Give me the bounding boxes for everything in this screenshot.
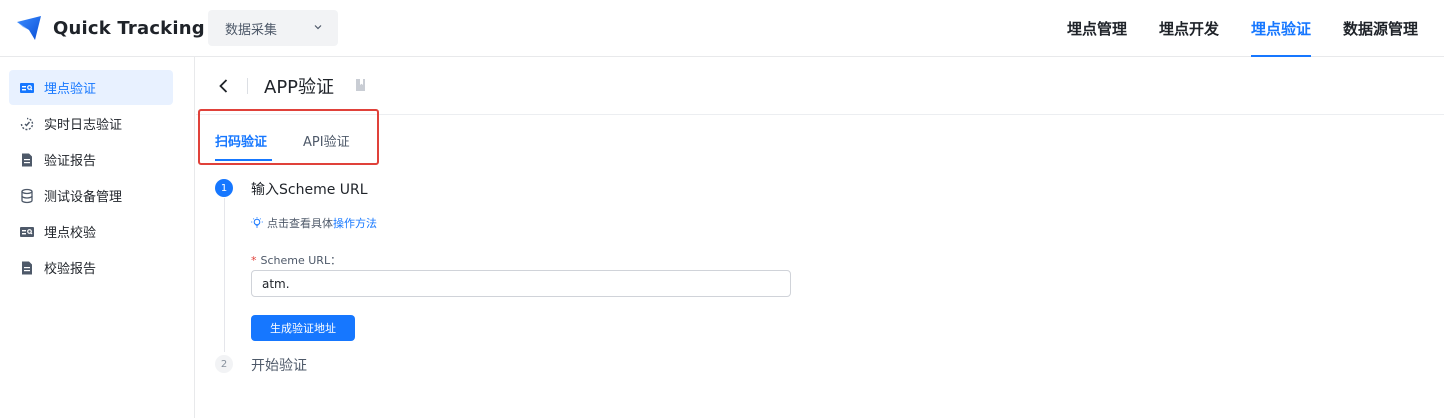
doc-book-icon[interactable] (354, 78, 368, 92)
sidebar-item-test-device[interactable]: 测试设备管理 (9, 178, 173, 213)
required-mark: * (251, 254, 257, 267)
sidebar-item-label: 埋点校验 (44, 226, 97, 241)
nav-item-datasource-manage[interactable]: 数据源管理 (1343, 0, 1418, 57)
step-number-2: 2 (215, 355, 233, 373)
header-divider (247, 78, 248, 94)
tracking-check-icon (19, 80, 35, 96)
sidebar-item-label: 验证报告 (44, 154, 97, 169)
device-database-icon (19, 188, 35, 204)
app-logo[interactable]: Quick Tracking (14, 13, 205, 43)
report-icon (19, 152, 35, 168)
validate-report-icon (19, 260, 35, 276)
sidebar: 埋点验证 实时日志验证 验证报告 测试设备管理 埋点校验 校验报告 (0, 57, 195, 418)
app-name: Quick Tracking (53, 17, 205, 39)
sidebar-item-validate-report[interactable]: 校验报告 (9, 250, 173, 285)
steps-connector-line (224, 198, 225, 352)
page-header: APP验证 (196, 57, 1444, 115)
sidebar-item-label: 埋点验证 (44, 82, 97, 97)
sidebar-item-tracking-verify[interactable]: 埋点验证 (9, 70, 173, 105)
hint-text: 点击查看具体 (267, 217, 333, 230)
step-number-1: 1 (215, 179, 233, 197)
tracking-validate-icon (19, 224, 35, 240)
scheme-url-label-text: Scheme URL： (260, 254, 342, 267)
top-header: Quick Tracking 数据采集 埋点管理 埋点开发 埋点验证 数据源管理 (0, 0, 1444, 57)
sidebar-item-tracking-validate[interactable]: 埋点校验 (9, 214, 173, 249)
page-title: APP验证 (264, 77, 335, 98)
generate-verify-url-button[interactable]: 生成验证地址 (251, 315, 355, 341)
module-select-value: 数据采集 (225, 22, 278, 38)
nav-item-tracking-manage[interactable]: 埋点管理 (1067, 0, 1127, 57)
step-title-start-verify: 开始验证 (251, 358, 307, 374)
hint-row: 点击查看具体 操作方法 (251, 215, 377, 231)
active-tab-underline (215, 159, 272, 161)
scheme-url-input[interactable] (251, 270, 791, 297)
sidebar-item-label: 校验报告 (44, 262, 97, 277)
realtime-log-icon (19, 116, 35, 132)
module-select[interactable]: 数据采集 (208, 10, 338, 46)
sidebar-item-label: 实时日志验证 (44, 118, 123, 133)
back-arrow-icon[interactable] (214, 76, 234, 96)
nav-item-tracking-verify[interactable]: 埋点验证 (1250, 0, 1311, 57)
sidebar-item-verify-report[interactable]: 验证报告 (9, 142, 173, 177)
nav-item-tracking-dev[interactable]: 埋点开发 (1159, 0, 1219, 57)
tab-api-verify[interactable]: API验证 (303, 131, 350, 150)
hint-link-operation-method[interactable]: 操作方法 (333, 215, 377, 231)
chevron-down-icon (314, 25, 322, 30)
sidebar-item-label: 测试设备管理 (44, 190, 123, 205)
quick-tracking-logo-icon (17, 16, 41, 40)
tab-scan-verify[interactable]: 扫码验证 (215, 131, 267, 150)
sidebar-item-realtime-log[interactable]: 实时日志验证 (9, 106, 173, 141)
lightbulb-icon (251, 217, 263, 228)
scheme-url-label: * Scheme URL： (251, 252, 341, 268)
step-title-input-scheme: 输入Scheme URL (251, 182, 368, 198)
top-nav: 埋点管理 埋点开发 埋点验证 数据源管理 (1035, 0, 1418, 57)
